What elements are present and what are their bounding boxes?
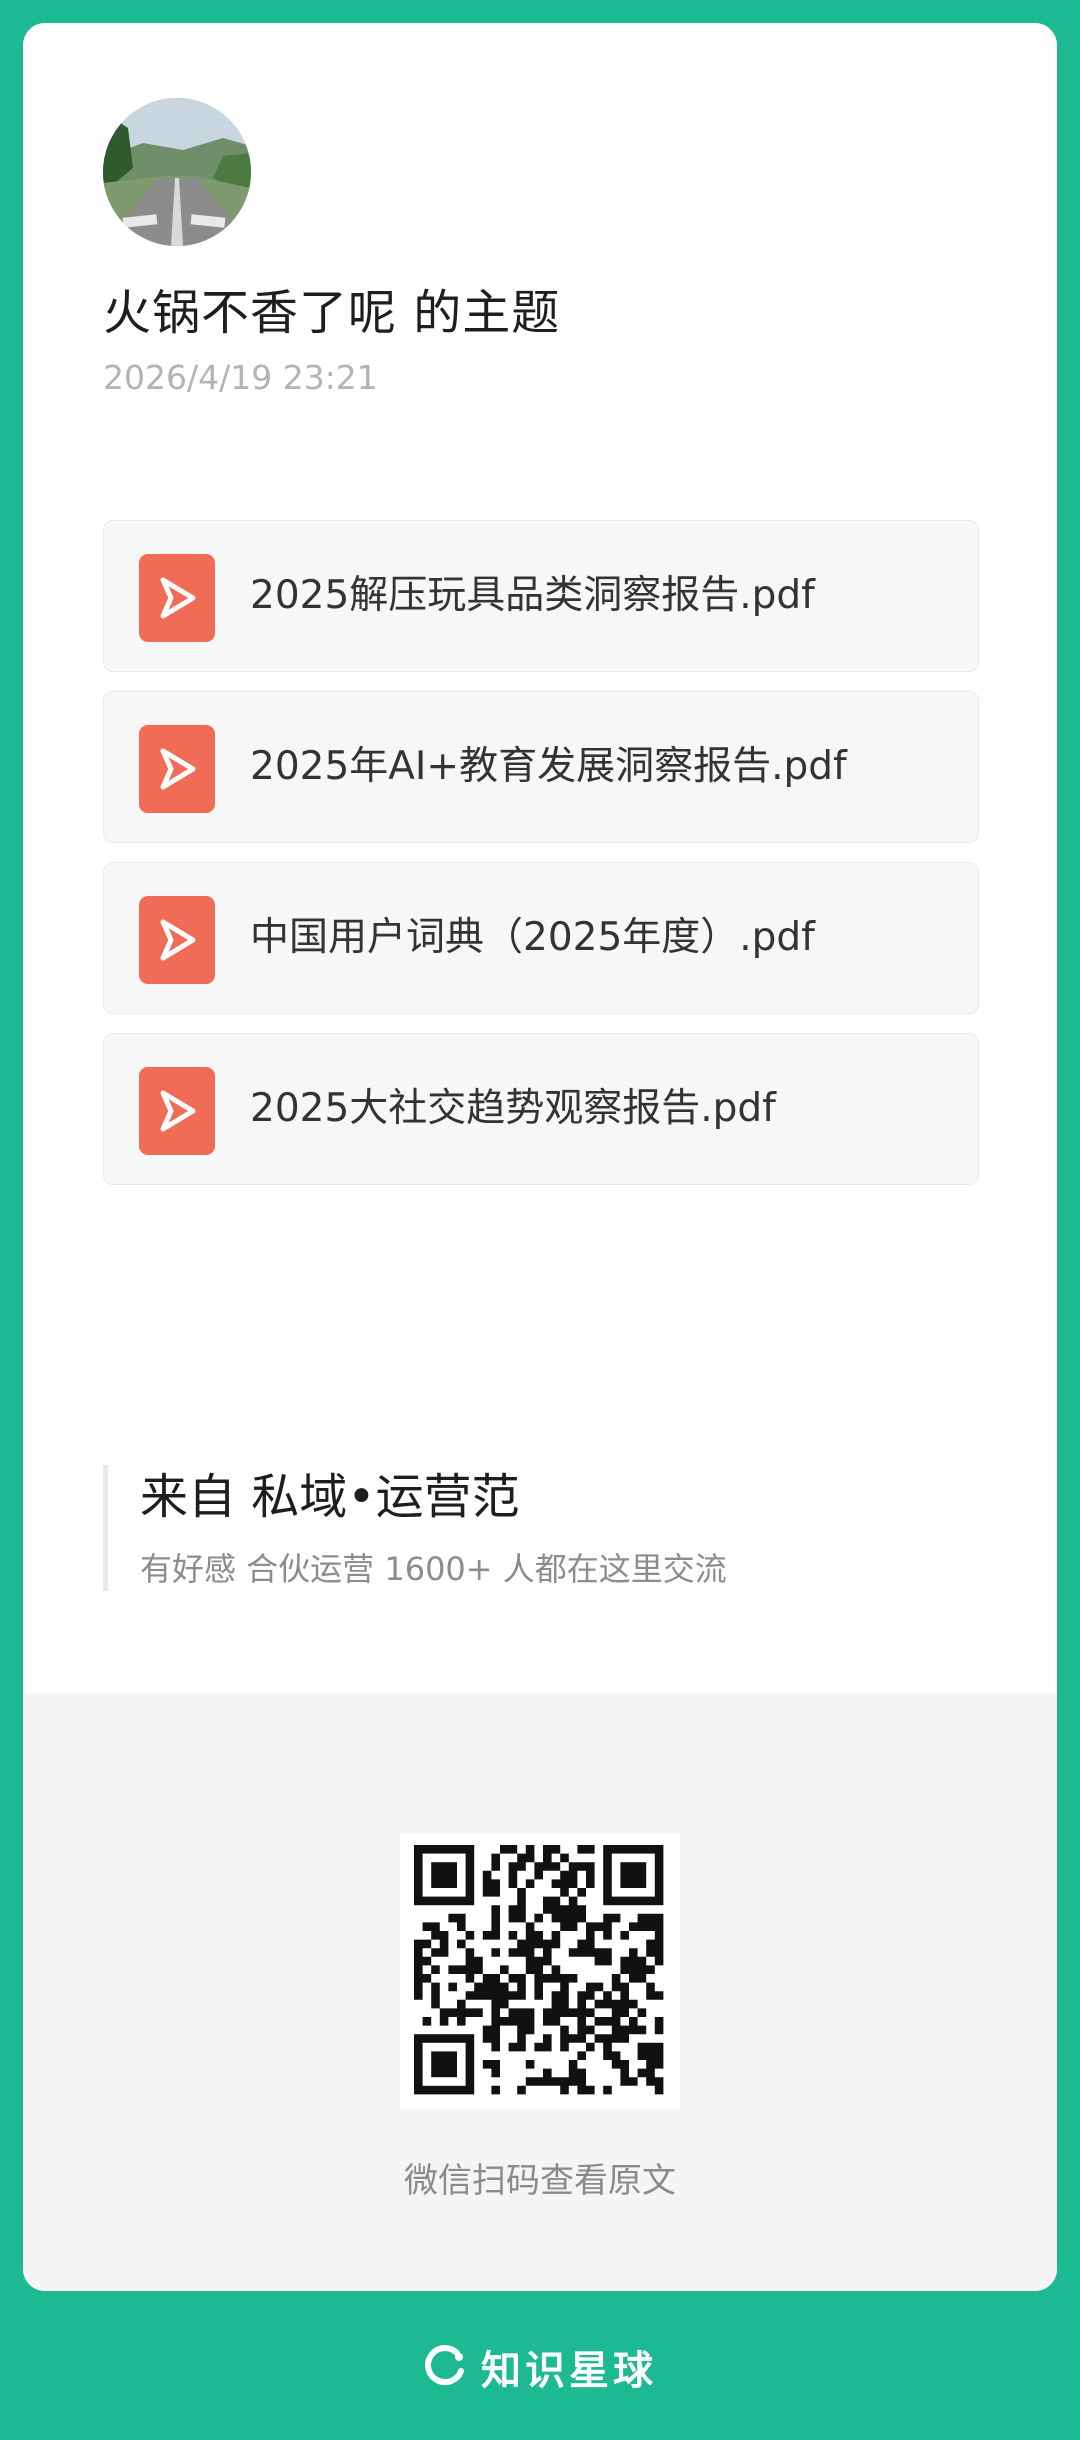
pdf-icon xyxy=(139,725,215,813)
attachment-name: 中国用户词典（2025年度）.pdf xyxy=(250,915,815,960)
attachment-item[interactable]: 2025大社交趋势观察报告.pdf xyxy=(103,1033,979,1185)
qr-caption: 微信扫码查看原文 xyxy=(404,2161,676,2201)
attachment-name: 2025大社交趋势观察报告.pdf xyxy=(250,1086,776,1131)
topic-card: 火锅不香了呢 的主题 2026/4/19 23:21 2025解压玩具品类洞察报… xyxy=(23,23,1057,2291)
qr-code[interactable] xyxy=(400,1833,680,2109)
pdf-icon xyxy=(139,896,215,984)
attachment-item[interactable]: 2025解压玩具品类洞察报告.pdf xyxy=(103,520,979,672)
avatar[interactable] xyxy=(103,98,251,246)
source-block[interactable]: 来自 私域•运营范 有好感 合伙运营 1600+ 人都在这里交流 xyxy=(103,1465,727,1591)
qr-section: 微信扫码查看原文 xyxy=(23,1693,1057,2291)
pdf-icon xyxy=(139,1067,215,1155)
attachment-item[interactable]: 2025年AI+教育发展洞察报告.pdf xyxy=(103,691,979,843)
brand-footer: 知识星球 xyxy=(0,2332,1080,2402)
topic-title: 火锅不香了呢 的主题 xyxy=(103,285,561,341)
source-title: 来自 私域•运营范 xyxy=(140,1469,520,1525)
pdf-icon xyxy=(139,554,215,642)
brand-name: 知识星球 xyxy=(481,2348,657,2394)
attachment-name: 2025年AI+教育发展洞察报告.pdf xyxy=(250,744,847,789)
attachment-item[interactable]: 中国用户词典（2025年度）.pdf xyxy=(103,862,979,1014)
attachment-list: 2025解压玩具品类洞察报告.pdf 2025年AI+教育发展洞察报告.pdf … xyxy=(103,520,979,1204)
source-description: 有好感 合伙运营 1600+ 人都在这里交流 xyxy=(140,1550,727,1588)
topic-timestamp: 2026/4/19 23:21 xyxy=(103,358,378,397)
attachment-name: 2025解压玩具品类洞察报告.pdf xyxy=(250,573,815,618)
planet-logo-icon xyxy=(423,2345,467,2389)
